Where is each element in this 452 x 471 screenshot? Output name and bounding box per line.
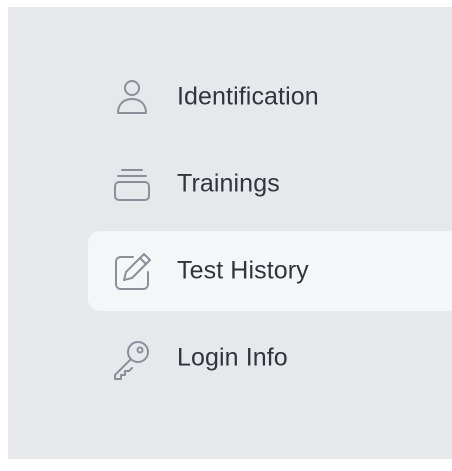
key-icon	[111, 337, 153, 380]
sidebar-item-test-history[interactable]: Test History	[88, 231, 452, 311]
edit-pencil-icon	[111, 250, 153, 292]
archive-tray-icon	[111, 163, 153, 205]
sidebar-item-login-info[interactable]: Login Info	[88, 318, 452, 398]
sidebar-nav: Identification Trainings Test History Lo…	[8, 7, 452, 459]
sidebar-item-identification[interactable]: Identification	[88, 57, 452, 137]
sidebar-item-label: Trainings	[177, 169, 280, 198]
sidebar-item-label: Test History	[177, 256, 309, 285]
sidebar-item-trainings[interactable]: Trainings	[88, 144, 452, 224]
sidebar-item-label: Login Info	[177, 343, 288, 372]
user-icon	[111, 76, 153, 118]
sidebar-item-label: Identification	[177, 82, 319, 111]
